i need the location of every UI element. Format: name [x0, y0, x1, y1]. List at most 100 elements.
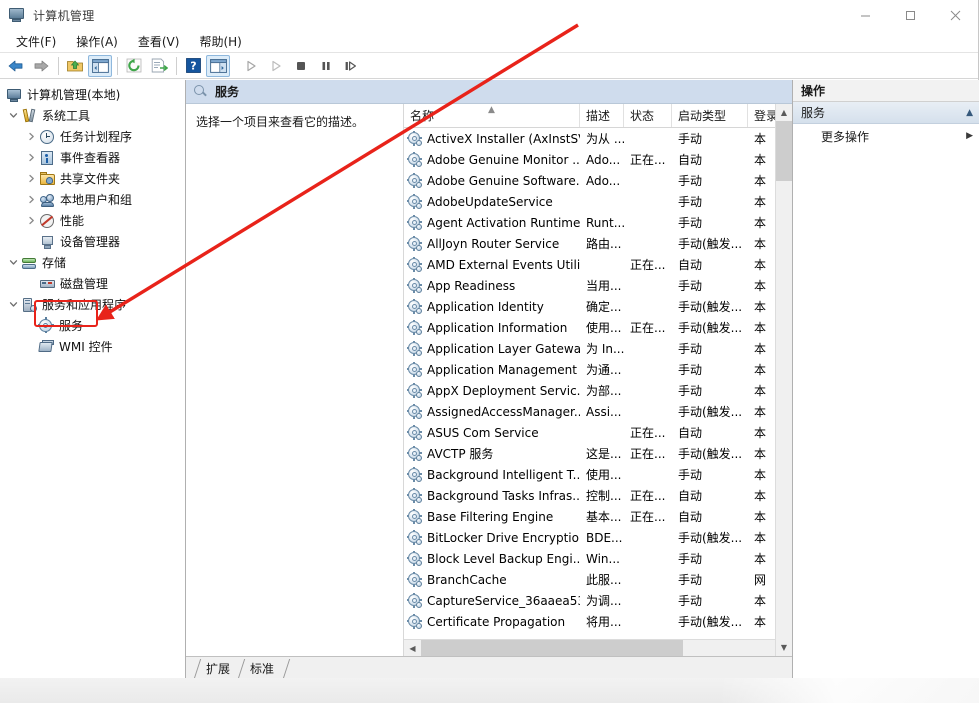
toolbar-refresh[interactable]	[122, 55, 146, 77]
horizontal-scroll-thumb[interactable]	[421, 640, 683, 656]
actions-pane: 操作 服务 ▲ 更多操作 ▶	[793, 80, 979, 678]
menu-view[interactable]: 查看(V)	[128, 30, 190, 53]
column-log-on-as[interactable]: 登录为	[748, 104, 778, 127]
table-row[interactable]: BranchCache此服...手动网	[404, 569, 792, 590]
tree-item-task-scheduler-label: 任务计划程序	[60, 128, 132, 145]
chevron-right-icon[interactable]	[24, 210, 39, 231]
chevron-right-icon[interactable]	[24, 147, 39, 168]
horizontal-scroll-track[interactable]	[421, 640, 775, 656]
table-row[interactable]: Block Level Backup Engi...Win...手动本	[404, 548, 792, 569]
toolbar-show-action-pane[interactable]	[206, 55, 230, 77]
table-row[interactable]: AppX Deployment Servic...为部...手动本	[404, 380, 792, 401]
column-startup-type[interactable]: 启动类型	[672, 104, 748, 127]
toolbar-stop-service[interactable]	[289, 55, 313, 77]
table-row[interactable]: CaptureService_36aaea53为调...手动本	[404, 590, 792, 611]
toolbar-forward[interactable]	[29, 55, 53, 77]
cell-startup-type-text: 手动	[678, 193, 702, 210]
tree-item-shared-folders[interactable]: 共享文件夹	[0, 168, 185, 189]
column-name-label: 名称	[410, 107, 434, 124]
tree-item-wmi-control[interactable]: WMI 控件	[0, 336, 185, 357]
tree-item-task-scheduler[interactable]: 任务计划程序	[0, 126, 185, 147]
chevron-down-icon[interactable]	[6, 252, 21, 273]
scroll-down-button[interactable]: ▼	[776, 639, 792, 656]
scroll-up-button[interactable]: ▲	[776, 104, 792, 121]
table-row[interactable]: Agent Activation Runtime...Runt...手动本	[404, 212, 792, 233]
tree-item-system-tools[interactable]: 系统工具	[0, 105, 185, 126]
toolbar-show-console-tree[interactable]	[88, 55, 112, 77]
table-row[interactable]: Background Intelligent T...使用...手动本	[404, 464, 792, 485]
service-gear-icon	[407, 593, 423, 608]
scroll-left-button[interactable]: ◀	[404, 640, 421, 656]
tab-extended[interactable]: 扩展	[194, 659, 240, 678]
table-row[interactable]: ASUS Com Service正在...自动本	[404, 422, 792, 443]
menu-help[interactable]: 帮助(H)	[189, 30, 251, 53]
column-status[interactable]: 状态	[624, 104, 672, 127]
tree-item-storage[interactable]: 存储	[0, 252, 185, 273]
cell-log-on-as-text: 本	[754, 550, 766, 567]
tree-item-performance[interactable]: 性能	[0, 210, 185, 231]
horizontal-scrollbar[interactable]: ◀ ▶	[404, 639, 792, 656]
toolbar-restart-service[interactable]	[339, 55, 363, 77]
table-row[interactable]: AssignedAccessManager...Assi...手动(触发...本	[404, 401, 792, 422]
menu-file[interactable]: 文件(F)	[6, 30, 66, 53]
table-row[interactable]: AMD External Events Utility正在...自动本	[404, 254, 792, 275]
toolbar-back[interactable]	[4, 55, 28, 77]
vertical-scrollbar[interactable]: ▲ ▼	[775, 104, 792, 656]
menu-action[interactable]: 操作(A)	[66, 30, 128, 53]
actions-section-services[interactable]: 服务 ▲	[793, 102, 979, 124]
table-row[interactable]: AVCTP 服务这是...正在...手动(触发...本	[404, 443, 792, 464]
table-row[interactable]: Application Information使用...正在...手动(触发..…	[404, 317, 792, 338]
cell-startup-type-text: 手动	[678, 382, 702, 399]
chevron-right-icon[interactable]	[24, 168, 39, 189]
minimize-button[interactable]	[843, 0, 888, 30]
tree-item-event-viewer[interactable]: 事件查看器	[0, 147, 185, 168]
table-row[interactable]: Application Management为通...手动本	[404, 359, 792, 380]
table-row[interactable]: App Readiness当用...手动本	[404, 275, 792, 296]
table-row[interactable]: Application Layer Gatewa...为 In...手动本	[404, 338, 792, 359]
tree-item-device-manager[interactable]: 设备管理器	[0, 231, 185, 252]
column-description[interactable]: 描述	[580, 104, 624, 127]
cell-log-on-as: 本	[748, 214, 778, 231]
close-button[interactable]	[933, 0, 978, 30]
table-row[interactable]: Certificate Propagation将用...手动(触发...本	[404, 611, 792, 632]
table-row[interactable]: ActiveX Installer (AxInstSV)为从 ...手动本	[404, 128, 792, 149]
tree-item-local-users-and-groups[interactable]: 本地用户和组	[0, 189, 185, 210]
toolbar-export-list[interactable]	[147, 55, 171, 77]
column-name[interactable]: 名称 ▲	[404, 104, 580, 127]
cell-startup-type-text: 手动	[678, 592, 702, 609]
chevron-right-icon[interactable]	[24, 189, 39, 210]
tree-item-services-and-applications[interactable]: 服务和应用程序	[0, 294, 185, 315]
action-more-actions[interactable]: 更多操作 ▶	[793, 124, 979, 148]
tree-item-services[interactable]: 服务	[0, 315, 185, 336]
toolbar-up-one-level[interactable]	[63, 55, 87, 77]
cell-log-on-as-text: 本	[754, 277, 766, 294]
cell-description-text: 为通...	[586, 361, 621, 378]
window-title: 计算机管理	[33, 7, 95, 24]
maximize-button[interactable]	[888, 0, 933, 30]
table-row[interactable]: Adobe Genuine Software...Ado...手动本	[404, 170, 792, 191]
toolbar-help[interactable]: ?	[181, 55, 205, 77]
table-row[interactable]: Base Filtering Engine基本...正在...自动本	[404, 506, 792, 527]
cell-status: 正在...	[624, 424, 672, 441]
table-row[interactable]: Application Identity确定...手动(触发...本	[404, 296, 792, 317]
tree-item-root[interactable]: 计算机管理(本地)	[0, 84, 185, 105]
vertical-scroll-track[interactable]	[776, 121, 792, 639]
cell-startup-type: 自动	[672, 487, 748, 504]
chevron-down-icon[interactable]	[6, 105, 21, 126]
tree-item-disk-management[interactable]: 磁盘管理	[0, 273, 185, 294]
toolbar-start-service[interactable]	[239, 55, 263, 77]
table-row[interactable]: Adobe Genuine Monitor ...Ado...正在...自动本	[404, 149, 792, 170]
table-row[interactable]: BitLocker Drive Encryptio...BDE...手动(触发.…	[404, 527, 792, 548]
vertical-scroll-thumb[interactable]	[776, 121, 792, 181]
table-row[interactable]: AdobeUpdateService手动本	[404, 191, 792, 212]
tab-standard[interactable]: 标准	[238, 659, 284, 678]
cell-description-text: 为从 ...	[586, 130, 624, 147]
table-row[interactable]: AllJoyn Router Service路由...手动(触发...本	[404, 233, 792, 254]
chevron-up-icon[interactable]: ▲	[966, 108, 973, 118]
toolbar-resume-service[interactable]	[264, 55, 288, 77]
toolbar-pause-service[interactable]	[314, 55, 338, 77]
cell-name-text: AssignedAccessManager...	[427, 405, 580, 419]
chevron-down-icon[interactable]	[6, 294, 21, 315]
chevron-right-icon[interactable]	[24, 126, 39, 147]
table-row[interactable]: Background Tasks Infras...控制...正在...自动本	[404, 485, 792, 506]
